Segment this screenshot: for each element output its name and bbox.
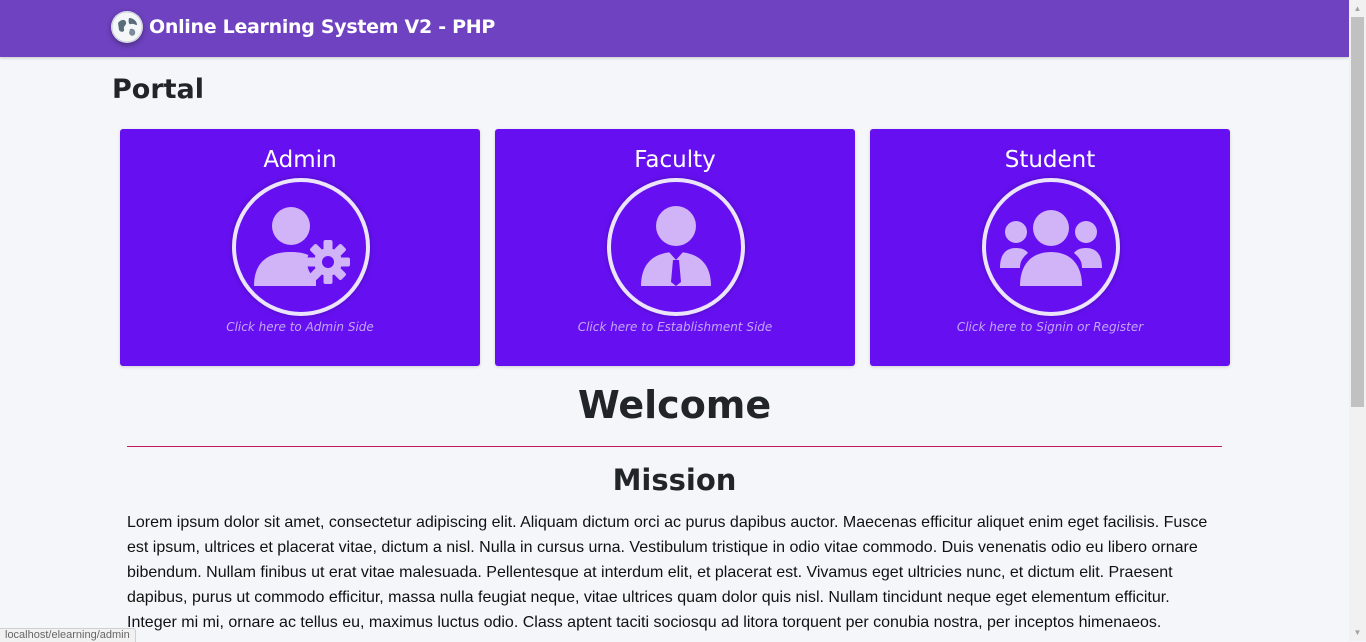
user-gear-icon (232, 178, 370, 316)
app-title[interactable]: Online Learning System V2 - PHP (149, 16, 495, 38)
card-title: Student (1004, 147, 1096, 173)
student-portal-card[interactable]: Student Click here to Signin or Register (870, 129, 1230, 366)
welcome-heading: Welcome (577, 383, 772, 427)
card-caption: Click here to Establishment Side (577, 320, 773, 334)
admin-portal-card[interactable]: Admin Click here to Admin Side (120, 129, 480, 366)
section-divider (127, 446, 1222, 447)
globe-logo-icon[interactable] (111, 11, 143, 43)
scroll-down-arrow-icon[interactable]: ▼ (1349, 624, 1366, 641)
card-title: Faculty (634, 147, 716, 173)
users-group-icon (982, 178, 1120, 316)
card-title: Admin (263, 147, 337, 173)
mission-paragraph: Lorem ipsum dolor sit amet, consectetur … (127, 514, 1208, 631)
user-tie-icon (607, 178, 745, 316)
portal-heading: Portal (112, 74, 205, 105)
status-bar-url: localhost/elearning/admin (0, 628, 136, 642)
vertical-scrollbar[interactable]: ▲ ▼ (1349, 0, 1366, 641)
mission-heading: Mission (612, 463, 737, 497)
faculty-portal-card[interactable]: Faculty Click here to Establishment Side (495, 129, 855, 366)
top-navbar: Online Learning System V2 - PHP (0, 0, 1349, 57)
card-caption: Click here to Signin or Register (956, 320, 1144, 334)
card-caption: Click here to Admin Side (226, 320, 374, 334)
scroll-up-arrow-icon[interactable]: ▲ (1349, 0, 1366, 17)
scrollbar-thumb[interactable] (1351, 17, 1364, 407)
